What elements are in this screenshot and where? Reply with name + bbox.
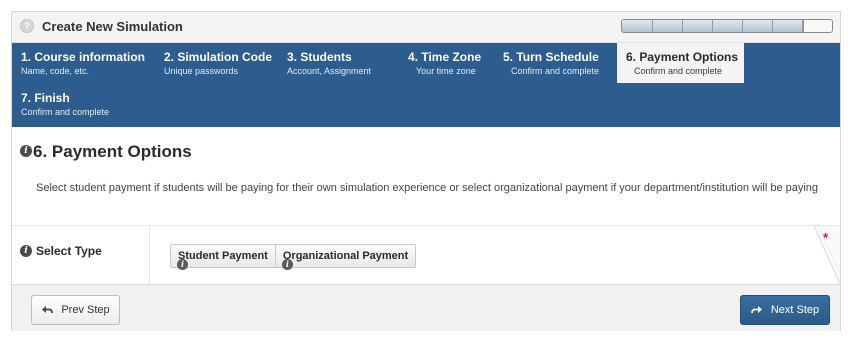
reply-arrow-icon [42,306,54,314]
step-turn-schedule[interactable]: 5. Turn Schedule Confirm and complete [496,43,616,81]
forward-arrow-icon [750,306,762,314]
step-subtitle: Confirm and complete [511,66,600,76]
next-step-label: Next Step [770,304,820,316]
step-title: 7. Finish [21,91,70,105]
organizational-payment-label: Organizational Payment [282,250,409,262]
step-subtitle: Confirm and complete [634,66,723,76]
payment-type-button-group: Student Payment i Organizational Payment… [170,244,417,270]
select-type-label-group: i Select Type [20,244,102,258]
info-icon[interactable]: i [177,259,188,270]
organizational-payment-button[interactable]: Organizational Payment i [274,245,416,270]
student-payment-label: Student Payment [178,250,268,262]
step-subtitle: Name, code, etc. [21,66,90,76]
progress-segment-divider [682,20,683,32]
progress-segment-divider [772,20,773,32]
section-heading: i 6. Payment Options [20,142,192,162]
wizard-footer: Prev Step Next Step [12,284,840,331]
info-icon[interactable]: i [20,144,32,157]
step-title: 1. Course information [21,50,146,64]
step-title: 2. Simulation Code [164,50,273,64]
wizard-steps-nav: 1. Course information Name, code, etc. 2… [12,43,840,127]
panel-title: Create New Simulation [42,19,183,34]
step-subtitle: Your time zone [416,66,476,76]
required-asterisk: * [823,230,829,245]
step-subtitle: Account, Assignment [287,66,372,76]
prev-step-label: Prev Step [61,304,110,316]
student-payment-button[interactable]: Student Payment i [171,245,275,270]
section-title: 6. Payment Options [33,142,192,161]
step-title: 4. Time Zone [408,50,482,64]
required-corner-decoration [813,226,840,284]
select-type-label: Select Type [36,244,102,258]
step-payment-options[interactable]: 6. Payment Options Confirm and complete [617,43,744,83]
step-students[interactable]: 3. Students Account, Assignment [279,43,399,81]
step-title: 6. Payment Options [626,50,739,64]
next-step-button[interactable]: Next Step [740,295,830,325]
step-time-zone[interactable]: 4. Time Zone Your time zone [401,43,496,81]
progress-segment-divider [742,20,743,32]
step-title: 3. Students [287,50,352,64]
step-subtitle: Confirm and complete [21,107,110,117]
step-simulation-code[interactable]: 2. Simulation Code Unique passwords [157,43,279,81]
info-icon[interactable]: i [281,259,293,270]
section-description: Select student payment if students will … [36,182,819,194]
progress-segment-divider [652,20,653,32]
step-title: 5. Turn Schedule [503,50,599,64]
progress-segment-divider [802,20,803,32]
step-subtitle: Unique passwords [164,66,239,76]
step-finish[interactable]: 7. Finish Confirm and complete [12,85,155,125]
question-icon: ? [20,19,34,33]
wizard-progress-bar [621,19,833,33]
column-divider [149,226,150,284]
select-type-row: i Select Type Student Payment i Organizat… [12,226,840,284]
info-icon[interactable]: i [20,244,32,257]
panel-header: ? Create New Simulation [12,12,840,43]
create-simulation-panel: ? Create New Simulation 1. Course inform… [11,11,841,331]
step-course-information[interactable]: 1. Course information Name, code, etc. [12,43,155,81]
prev-step-button[interactable]: Prev Step [31,295,120,325]
progress-segment-divider [712,20,713,32]
